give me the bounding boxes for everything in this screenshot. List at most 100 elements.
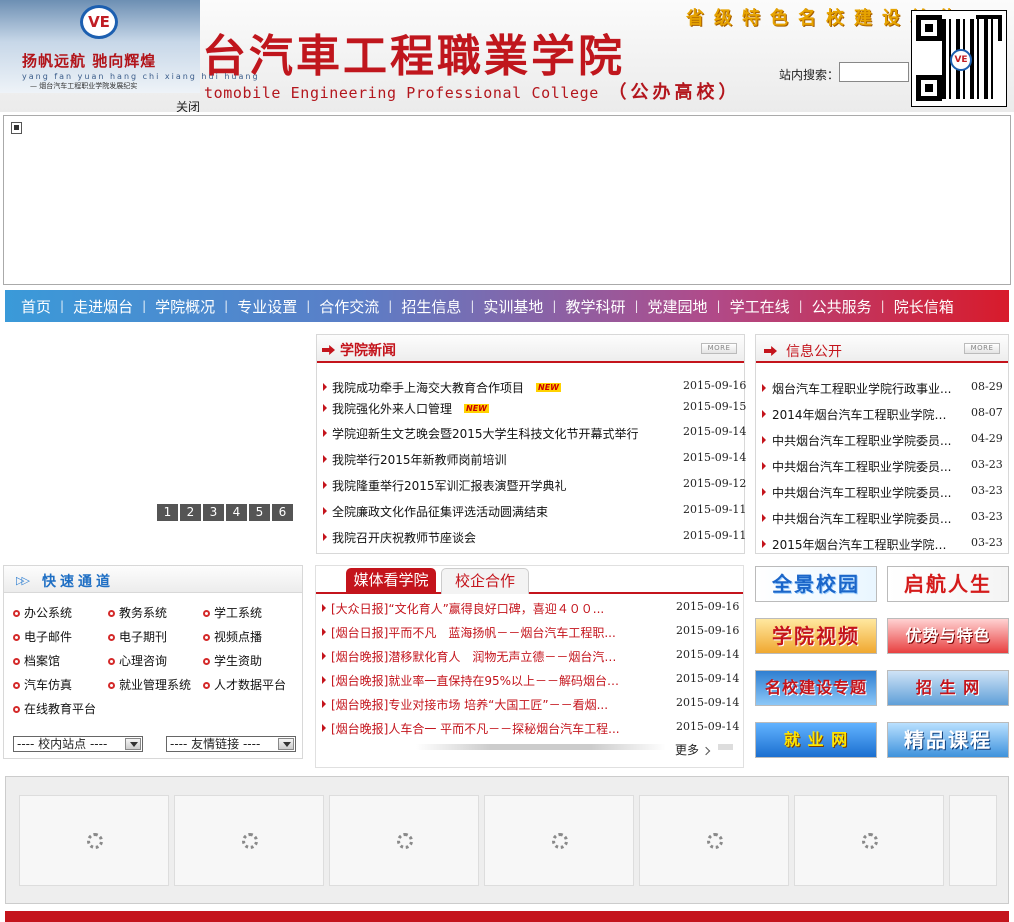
info-item[interactable]: 中共烟台汽车工程职业学院委员... 03-23	[756, 510, 1008, 528]
news-item[interactable]: 我院召开庆祝教师节座谈会 2015-09-11	[317, 529, 746, 547]
floating-ad[interactable]: VE 扬帆远航 驰向辉煌 yang fan yuan hang chi xian…	[0, 0, 258, 93]
gallery-photo[interactable]	[949, 795, 997, 886]
media-item[interactable]: [大众日报]“文化育人”赢得良好口碑，喜迎４００... 2015-09-16	[316, 600, 743, 618]
nav-item-7[interactable]: | 教学科研	[552, 296, 634, 317]
quick-link[interactable]: 人才数据平台	[203, 676, 286, 693]
chevron-right-icon	[701, 746, 711, 756]
bullet-icon	[13, 658, 20, 665]
friend-links-select[interactable]: ---- 友情链接 ----	[166, 736, 296, 752]
media-item-title: [烟台日报]平而不凡 蓝海扬帆－－烟台汽车工程职...	[331, 626, 616, 640]
info-item[interactable]: 中共烟台汽车工程职业学院委员... 03-23	[756, 484, 1008, 502]
search-label: 站内搜索：	[779, 68, 840, 82]
feature-banner-link[interactable]: 名校建设专题	[755, 670, 877, 706]
news-item-title: 我院召开庆祝教师节座谈会	[332, 531, 477, 545]
slider-page-button[interactable]: 2	[180, 504, 201, 521]
gallery-photo[interactable]	[174, 795, 324, 886]
news-item-title: 学院迎新生文艺晚会暨2015大学生科技文化节开幕式举行	[332, 427, 639, 441]
quick-link[interactable]: 就业管理系统	[108, 676, 191, 693]
feature-banner-link[interactable]: 启航人生	[887, 566, 1009, 602]
photo-gallery	[5, 776, 1009, 904]
quick-link[interactable]: 电子邮件	[13, 628, 72, 645]
nav-item-1[interactable]: | 走进烟台	[60, 296, 142, 317]
slider-page-button[interactable]: 3	[203, 504, 224, 521]
slider-page-button[interactable]: 1	[157, 504, 178, 521]
tab-media[interactable]: 媒体看学院	[346, 568, 436, 594]
info-item[interactable]: 2015年烟台汽车工程职业学院收... 03-23	[756, 536, 1008, 554]
media-item[interactable]: [烟台日报]平而不凡 蓝海扬帆－－烟台汽车工程职... 2015-09-16	[316, 624, 743, 642]
loading-spinner-icon	[397, 833, 413, 849]
news-item[interactable]: 我院举行2015年新教师岗前培训 2015-09-14	[317, 451, 746, 469]
nav-item-2[interactable]: | 学院概况	[142, 296, 224, 317]
info-item[interactable]: 2014年烟台汽车工程职业学院部... 08-07	[756, 406, 1008, 424]
quick-link[interactable]: 电子期刊	[108, 628, 167, 645]
nav-separator: |	[306, 299, 311, 313]
slider-page-button[interactable]: 6	[272, 504, 293, 521]
gallery-photo[interactable]	[329, 795, 479, 886]
feature-banner-link[interactable]: 学院视频	[755, 618, 877, 654]
media-item[interactable]: [烟台晚报]就业率一直保持在95%以上－－解码烟台汽... 2015-09-14	[316, 672, 743, 690]
quick-link[interactable]: 视频点播	[203, 628, 262, 645]
nav-item-6[interactable]: | 实训基地	[470, 296, 552, 317]
nav-item-9[interactable]: | 学工在线	[717, 296, 799, 317]
feature-banner-link[interactable]: 优势与特色	[887, 618, 1009, 654]
news-item[interactable]: 我院隆重举行2015军训汇报表演暨开学典礼 2015-09-12	[317, 477, 746, 495]
tab-enterprise[interactable]: 校企合作	[441, 568, 529, 594]
media-item-title: [烟台晚报]就业率一直保持在95%以上－－解码烟台汽...	[331, 674, 621, 688]
quick-link[interactable]: 心理咨询	[108, 652, 167, 669]
quick-link[interactable]: 在线教育平台	[13, 700, 96, 717]
news-item[interactable]: 全院廉政文化作品征集评选活动圆满结束 2015-09-11	[317, 503, 746, 521]
campus-sites-select[interactable]: ---- 校内站点 ----	[13, 736, 143, 752]
gallery-photo[interactable]	[484, 795, 634, 886]
feature-banner-link[interactable]: 全景校园	[755, 566, 877, 602]
quick-link[interactable]: 教务系统	[108, 604, 167, 621]
nav-item-0[interactable]: 首页	[12, 296, 60, 317]
nav-label: 学院概况	[155, 297, 216, 316]
nav-item-5[interactable]: | 招生信息	[388, 296, 470, 317]
nav-item-8[interactable]: | 党建园地	[634, 296, 716, 317]
loading-spinner-icon	[707, 833, 723, 849]
quick-link[interactable]: 汽车仿真	[13, 676, 72, 693]
news-item-title: 我院隆重举行2015军训汇报表演暨开学典礼	[332, 479, 567, 493]
slider-page-button[interactable]: 5	[249, 504, 270, 521]
info-item[interactable]: 中共烟台汽车工程职业学院委员... 03-23	[756, 458, 1008, 476]
feature-banner-link[interactable]: 就 业 网	[755, 722, 877, 758]
nav-item-11[interactable]: | 院长信箱	[881, 296, 963, 317]
info-title: 信息公开	[786, 344, 842, 360]
nav-label: 走进烟台	[73, 297, 134, 316]
chevron-down-icon	[278, 738, 294, 750]
nav-item-3[interactable]: | 专业设置	[224, 296, 306, 317]
news-item[interactable]: 我院成功牵手上海交大教育合作项目 NEW 2015-09-16	[317, 379, 746, 397]
news-more-button[interactable]: MORE	[701, 343, 737, 354]
info-item[interactable]: 烟台汽车工程职业学院行政事业... 08-29	[756, 380, 1008, 398]
info-item[interactable]: 中共烟台汽车工程职业学院委员... 04-29	[756, 432, 1008, 450]
feature-banner-link[interactable]: 精品课程	[887, 722, 1009, 758]
media-more-link[interactable]: 更多	[675, 741, 711, 758]
nav-item-10[interactable]: | 公共服务	[799, 296, 881, 317]
quick-link[interactable]: 学生资助	[203, 652, 262, 669]
nav-label: 专业设置	[237, 297, 298, 316]
news-item[interactable]: 我院强化外来人口管理 NEW 2015-09-15	[317, 400, 746, 418]
gallery-photo[interactable]	[639, 795, 789, 886]
nav-label: 院长信箱	[893, 297, 954, 316]
nav-label: 合作交流	[319, 297, 380, 316]
feature-banner-link[interactable]: 招 生 网	[887, 670, 1009, 706]
quick-links-box: ▷▷ 快速通道 办公系统 教务系统 学工系统 电子邮件 电子期刊 视频点播 档案馆 心理咨询 学…	[3, 565, 303, 759]
info-more-button[interactable]: MORE	[964, 343, 1000, 354]
bullet-icon	[323, 481, 327, 489]
gallery-photo[interactable]	[19, 795, 169, 886]
news-item[interactable]: 学院迎新生文艺晚会暨2015大学生科技文化节开幕式举行 2015-09-14	[317, 425, 746, 443]
media-item-date: 2015-09-16	[676, 600, 740, 613]
media-item[interactable]: [烟台晚报]人车合一 平而不凡－－探秘烟台汽车工程... 2015-09-14	[316, 720, 743, 738]
quick-link[interactable]: 档案馆	[13, 652, 60, 669]
media-item[interactable]: [烟台晚报]潜移默化育人 润物无声立德－－烟台汽车... 2015-09-14	[316, 648, 743, 666]
site-header: 台汽車工程職業学院 tomobile Engineering Professio…	[0, 0, 1014, 112]
quick-link[interactable]: 学工系统	[203, 604, 262, 621]
news-item-title: 我院举行2015年新教师岗前培训	[332, 453, 507, 467]
search-input[interactable]	[839, 62, 909, 82]
media-item[interactable]: [烟台晚报]专业对接市场 培养“大国工匠”－－看烟... 2015-09-14	[316, 696, 743, 714]
quick-link[interactable]: 办公系统	[13, 604, 72, 621]
nav-item-4[interactable]: | 合作交流	[306, 296, 388, 317]
gallery-photo[interactable]	[794, 795, 944, 886]
close-ad-button[interactable]: 关闭	[176, 98, 200, 112]
slider-page-button[interactable]: 4	[226, 504, 247, 521]
